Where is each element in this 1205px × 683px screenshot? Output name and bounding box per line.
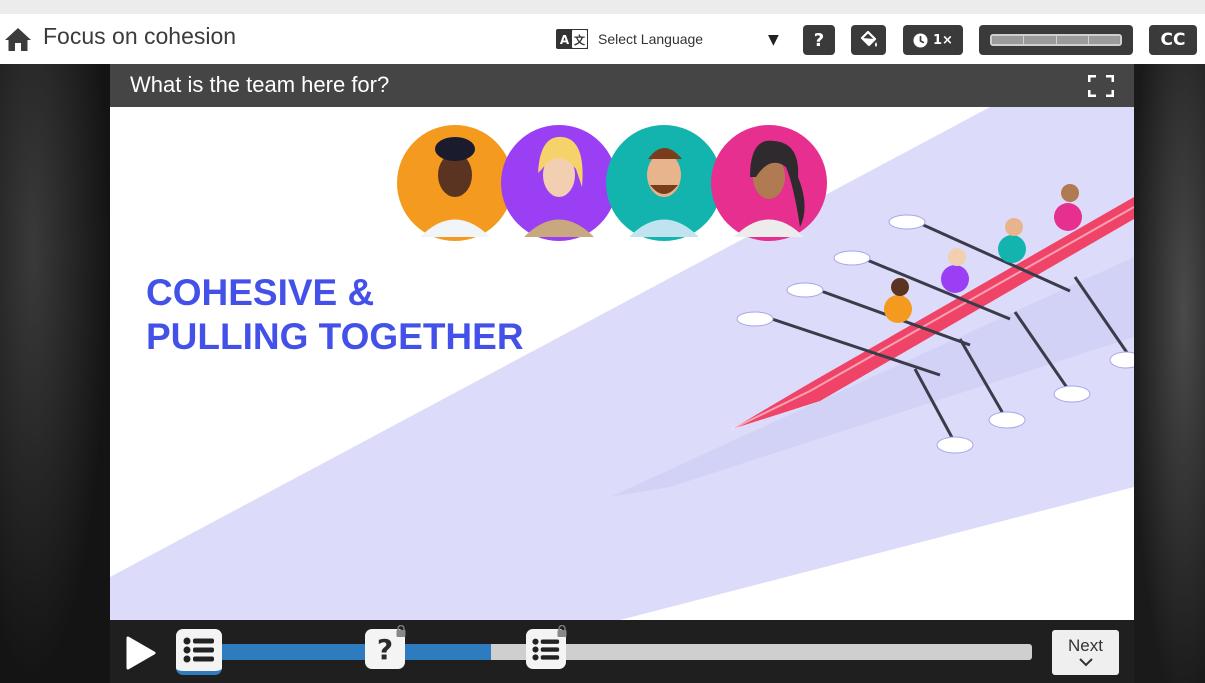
home-icon[interactable] — [4, 26, 32, 52]
timeline-progress — [200, 644, 492, 660]
question-icon: ? — [376, 632, 394, 666]
progress-segment — [1056, 36, 1089, 44]
progress-segment — [1024, 36, 1057, 44]
lock-icon — [557, 625, 567, 637]
paint-bucket-icon — [860, 31, 877, 47]
closed-captions-label: CC — [1160, 30, 1186, 50]
fullscreen-icon[interactable] — [1088, 75, 1114, 97]
chevron-down-icon — [1079, 658, 1093, 667]
player-controls: ? Next — [110, 620, 1134, 683]
help-button-label: ? — [813, 29, 825, 51]
headline-line-1: COHESIVE & — [146, 272, 375, 313]
chevron-down-icon: ▼ — [768, 32, 779, 48]
slide-content: COHESIVE & PULLING TOGETHER — [110, 107, 1134, 620]
timeline-track[interactable] — [200, 644, 1032, 660]
timeline-marker-list[interactable] — [526, 625, 567, 669]
translate-icon: A 文 — [556, 29, 588, 49]
svg-text:A: A — [560, 33, 570, 47]
background-right — [1134, 64, 1205, 683]
slide-header: What is the team here for? — [110, 64, 1134, 107]
list-icon — [532, 638, 560, 660]
next-button[interactable]: Next — [1052, 630, 1119, 675]
slide-headline: COHESIVE & PULLING TOGETHER — [146, 271, 524, 359]
clock-icon — [913, 32, 928, 48]
lock-icon — [396, 625, 406, 637]
playback-speed-button[interactable]: 1× — [903, 25, 963, 55]
theme-button[interactable] — [851, 25, 886, 55]
playback-speed-label: 1× — [933, 32, 953, 48]
help-button[interactable]: ? — [803, 25, 835, 55]
timeline-marker-list-current[interactable] — [176, 629, 222, 675]
rowing-team-illustration — [110, 107, 1134, 620]
slide-title: What is the team here for? — [130, 72, 390, 97]
team-avatars — [397, 125, 827, 241]
next-button-label: Next — [1068, 636, 1103, 655]
progress-segment — [992, 36, 1025, 44]
play-icon[interactable] — [125, 636, 157, 670]
timeline-marker-question[interactable]: ? — [365, 625, 406, 669]
list-icon — [183, 637, 214, 663]
headline-line-2: PULLING TOGETHER — [146, 316, 524, 357]
course-progress-bar — [990, 34, 1122, 46]
language-select-label: Select Language — [598, 31, 704, 47]
course-header: Focus on cohesion A 文 Select Language ▼ … — [0, 14, 1205, 64]
course-progress-button[interactable] — [979, 25, 1133, 55]
language-select[interactable]: A 文 Select Language ▼ — [556, 27, 786, 53]
progress-segment — [1088, 36, 1120, 44]
course-title: Focus on cohesion — [43, 23, 237, 49]
background-left — [0, 64, 110, 683]
closed-captions-button[interactable]: CC — [1149, 25, 1197, 55]
browser-strip — [0, 0, 1205, 14]
svg-text:文: 文 — [574, 33, 586, 47]
